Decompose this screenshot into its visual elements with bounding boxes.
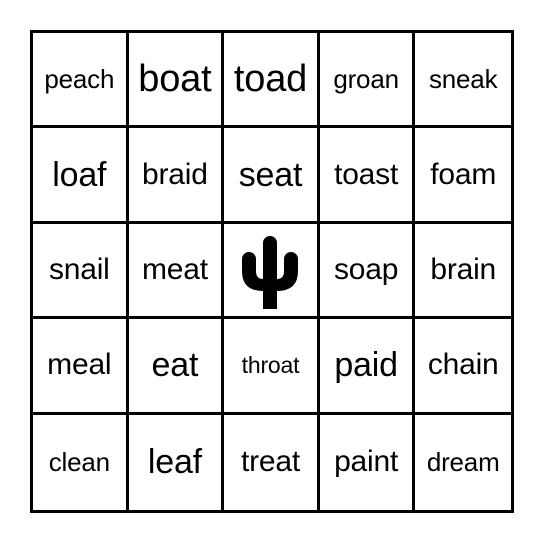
bingo-cell[interactable]: toast — [319, 128, 416, 224]
bingo-cell-label: foam — [430, 157, 497, 191]
bingo-cell[interactable]: braid — [128, 128, 225, 224]
bingo-cell[interactable]: treat — [224, 414, 320, 510]
bingo-cell-label: groan — [333, 64, 399, 95]
bingo-cell-label: clean — [48, 447, 110, 478]
bingo-cell[interactable]: clean — [33, 414, 129, 510]
bingo-cell-label: treat — [240, 445, 300, 479]
bingo-cell-label: toad — [233, 58, 308, 101]
bingo-cell-label: eat — [151, 346, 199, 385]
bingo-cell-label: chain — [427, 348, 499, 382]
bingo-cell[interactable]: leaf — [128, 414, 225, 510]
bingo-cell-label: meal — [47, 348, 112, 382]
bingo-cell[interactable]: throat — [224, 319, 320, 415]
bingo-cell[interactable]: sneak — [415, 33, 511, 129]
bingo-cell[interactable]: paid — [319, 319, 416, 415]
bingo-cell[interactable]: meal — [33, 319, 129, 415]
bingo-cell-label: snail — [48, 252, 110, 286]
bingo-cell[interactable]: groan — [319, 33, 416, 129]
bingo-cell-label: seat — [238, 155, 303, 194]
bingo-cell-label: paid — [334, 346, 398, 385]
bingo-cell[interactable]: seat — [224, 128, 320, 224]
bingo-cell[interactable]: paint — [319, 414, 416, 510]
bingo-cell[interactable]: loaf — [33, 128, 129, 224]
bingo-cell-label: braid — [142, 157, 208, 191]
bingo-cell-label: loaf — [52, 155, 107, 194]
bingo-cell-label: throat — [241, 351, 300, 378]
bingo-cell[interactable]: dream — [415, 414, 511, 510]
bingo-cell-free-space[interactable] — [224, 223, 320, 320]
bingo-cell[interactable]: soap — [319, 223, 416, 320]
bingo-cell[interactable]: meat — [128, 223, 225, 320]
bingo-cell-label: paint — [334, 445, 399, 479]
bingo-cell-label: dream — [426, 447, 500, 478]
bingo-cell[interactable]: boat — [128, 33, 225, 129]
bingo-cell[interactable]: chain — [415, 319, 511, 415]
bingo-cell-label: toast — [334, 157, 399, 191]
bingo-card: peach boat toad groan sneak loaf braid seat toas… — [30, 30, 514, 513]
bingo-cell-label: peach — [44, 64, 115, 95]
bingo-cell-label: brain — [430, 252, 497, 286]
bingo-grid: peach boat toad groan sneak loaf braid seat toas… — [33, 33, 511, 510]
bingo-cell-label: soap — [333, 252, 399, 286]
bingo-cell-label: meat — [141, 252, 208, 286]
bingo-cell-label: boat — [138, 58, 212, 101]
bingo-cell[interactable]: peach — [33, 33, 129, 129]
bingo-cell[interactable]: toad — [224, 33, 320, 129]
free-space — [224, 224, 317, 316]
bingo-cell[interactable]: foam — [415, 128, 511, 224]
bingo-cell[interactable]: eat — [128, 319, 225, 415]
bingo-cell[interactable]: brain — [415, 223, 511, 320]
bingo-cell[interactable]: snail — [33, 223, 129, 320]
bingo-cell-label: leaf — [147, 443, 202, 482]
bingo-cell-label: sneak — [428, 64, 498, 95]
